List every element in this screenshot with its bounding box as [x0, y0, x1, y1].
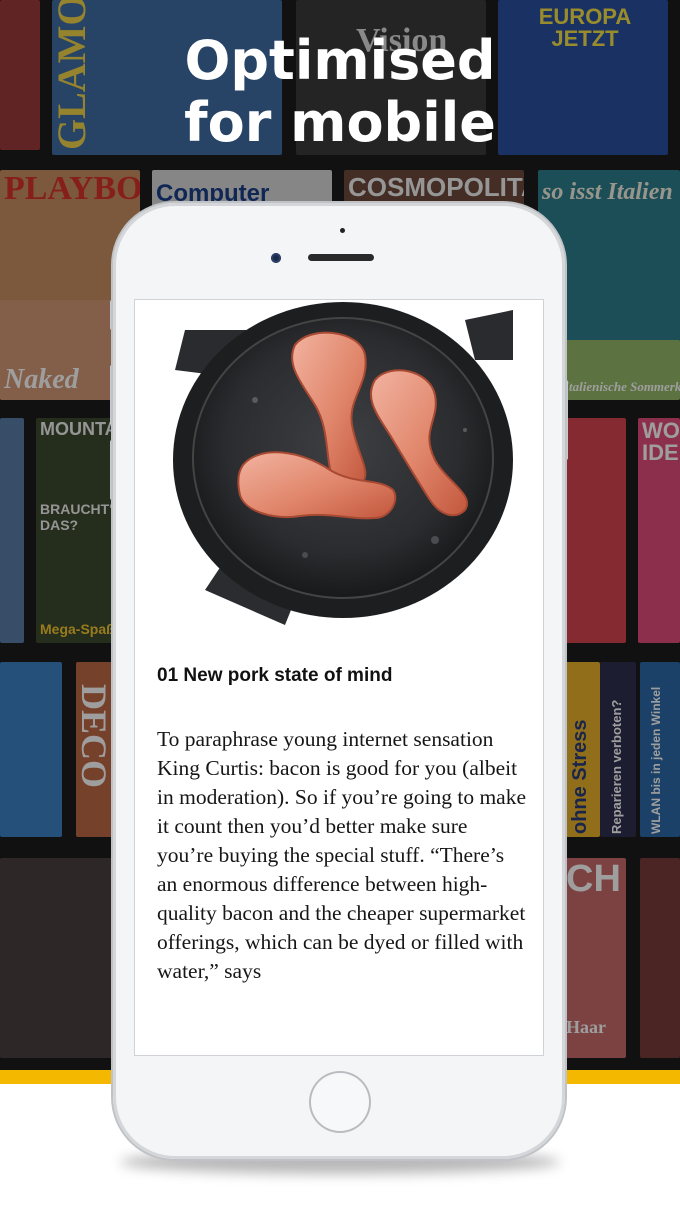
front-camera-icon	[271, 253, 281, 263]
phone-screen[interactable]: 01 New pork state of mind To paraphrase …	[135, 300, 543, 1055]
headline-line-2: for mobile	[184, 91, 496, 154]
promo-headline: Optimised for mobile	[0, 30, 680, 154]
headline-line-1: Optimised	[184, 29, 496, 92]
article-title: 01 New pork state of mind	[157, 665, 393, 686]
bacon-pan-illustration	[173, 302, 513, 625]
article-image	[135, 300, 543, 630]
pan-spout	[465, 310, 513, 360]
proximity-sensor	[340, 228, 345, 233]
earpiece-speaker	[308, 254, 374, 261]
home-button[interactable]	[309, 1071, 371, 1133]
article-body: To paraphrase young internet sensation K…	[157, 727, 527, 983]
